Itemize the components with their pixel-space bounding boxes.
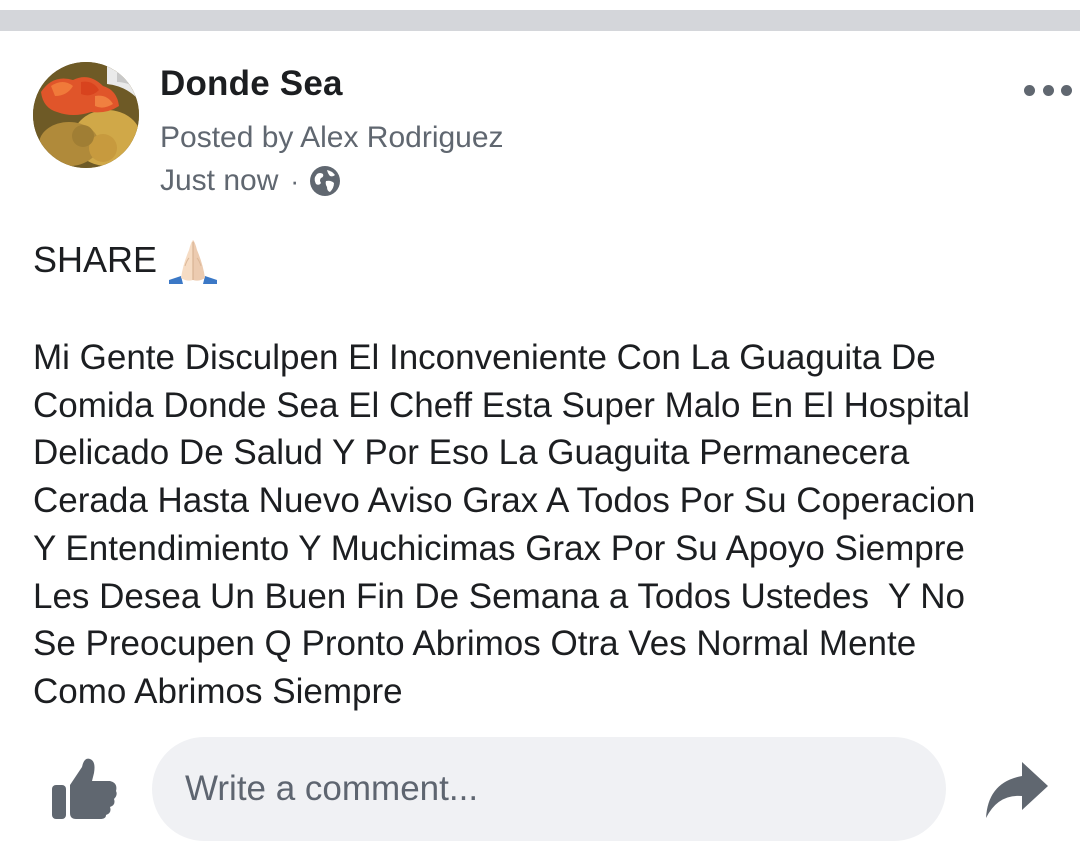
folded-hands-emoji [169, 240, 218, 284]
post-body-line: Les Desea Un Buen Fin De Semana a Todos … [33, 576, 965, 616]
share-arrow-icon [986, 762, 1048, 818]
top-divider-bar [0, 10, 1080, 31]
post-body-line: Mi Gente Disculpen El Inconveniente Con … [33, 338, 936, 377]
more-dot [1024, 84, 1035, 96]
post-body-line: Como Abrimos Siempre [33, 671, 403, 711]
more-options-button[interactable] [1024, 80, 1072, 100]
posted-by-author: Posted by Alex Rodriguez [160, 121, 504, 154]
thumbs-up-icon [52, 758, 117, 819]
page-name[interactable]: Donde Sea [160, 64, 343, 104]
post-body-line: Comida Donde Sea El Cheff Esta Super Mal… [33, 385, 971, 425]
share-heading-line: SHARE [33, 236, 219, 284]
page-avatar[interactable] [33, 62, 139, 168]
post-timestamp[interactable]: Just now [160, 164, 278, 198]
share-heading: SHARE [33, 239, 158, 280]
more-dot [1042, 84, 1054, 96]
like-button[interactable] [50, 755, 120, 821]
post-body: Mi Gente Disculpen El Inconveniente Con … [33, 334, 1073, 716]
avatar-food-photo [33, 62, 139, 168]
globe-icon [310, 166, 341, 196]
post-meta: Just now · [160, 163, 341, 199]
post-body-line: Se Preocupen Q Pronto Abrimos Otra Ves N… [33, 624, 917, 664]
post-body-line: Delicado De Salud Y Por Eso La Guaguita … [33, 433, 910, 473]
post-body-line: Y Entendimiento Y Muchicimas Grax Por Su… [33, 528, 965, 568]
comment-placeholder: Write a comment... [185, 769, 479, 808]
more-dot [1061, 84, 1072, 96]
post-body-line: Cerada Hasta Nuevo Aviso Grax A Todos Po… [33, 481, 976, 521]
meta-separator: · [290, 165, 300, 196]
comment-input[interactable]: Write a comment... [152, 737, 946, 841]
share-button[interactable] [984, 760, 1048, 820]
top-strip [0, 0, 1080, 10]
